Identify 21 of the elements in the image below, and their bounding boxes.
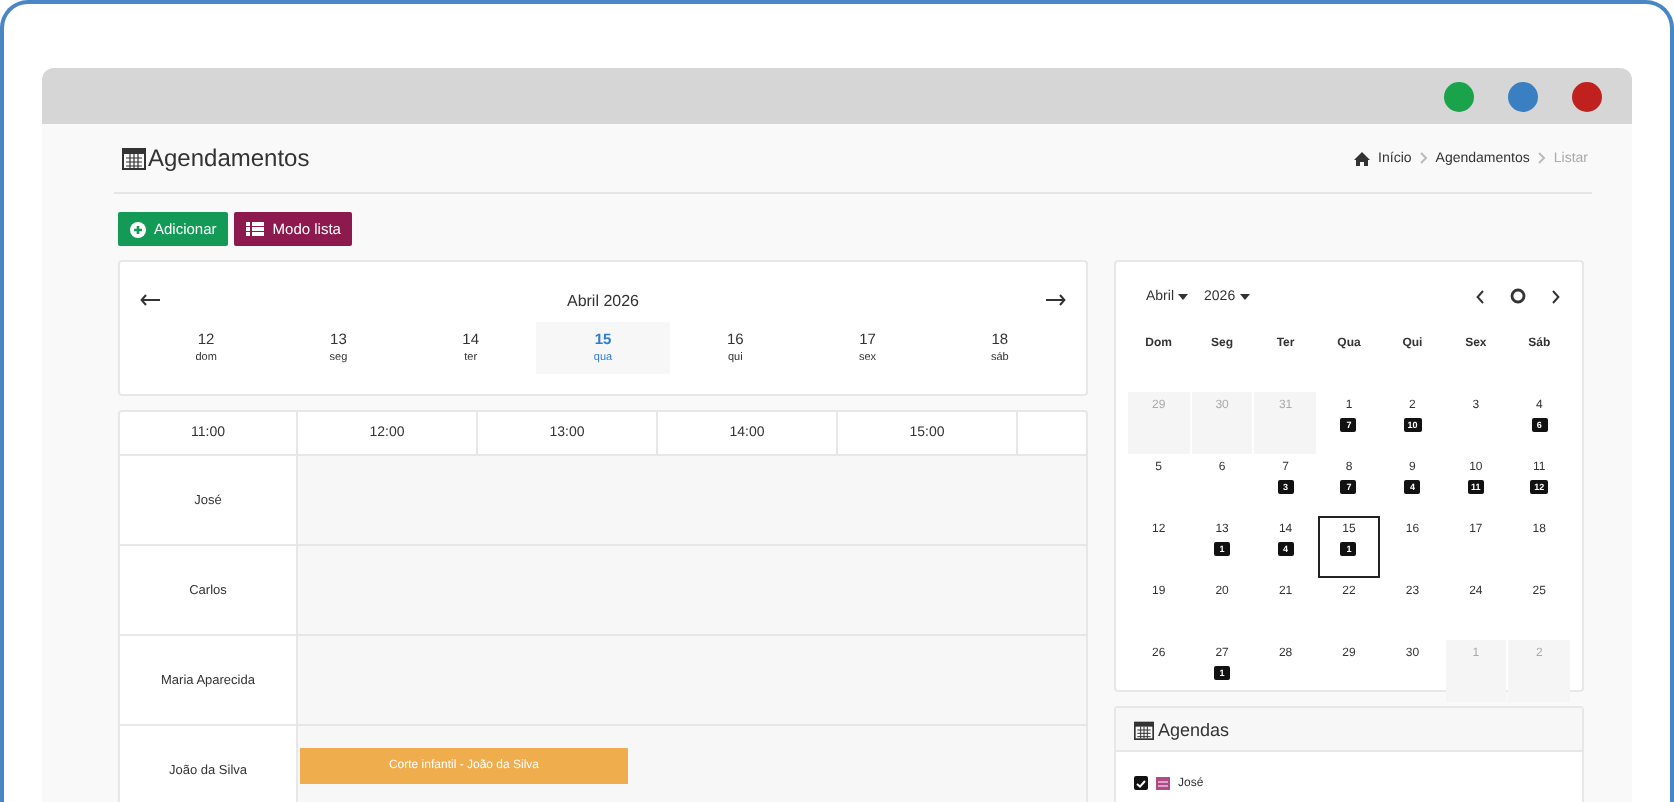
agendas-title: Agendas — [1158, 719, 1230, 739]
chevron-icon — [1419, 152, 1428, 164]
chevron-icon — [1537, 152, 1546, 164]
page-title: Agendamentos — [148, 144, 310, 172]
right-arrow-icon[interactable] — [1046, 294, 1066, 306]
checkbox[interactable] — [1134, 776, 1148, 790]
chevron-left-icon[interactable] — [1476, 289, 1484, 303]
home-icon — [1354, 151, 1371, 165]
calendar-icon — [1134, 719, 1154, 739]
plus-circle-icon — [130, 221, 146, 237]
window-button-icon[interactable] — [1508, 81, 1538, 111]
calendar-icon — [1156, 776, 1170, 790]
calendar-icon — [122, 146, 146, 170]
caret-icon — [1239, 293, 1250, 299]
caret-icon — [1178, 293, 1189, 299]
chevron-right-icon[interactable] — [1552, 289, 1560, 303]
today-circle-icon[interactable] — [1510, 288, 1526, 304]
list-icon — [246, 222, 265, 236]
month-title: Abril 2026 — [566, 291, 640, 309]
window-button-icon[interactable] — [1572, 81, 1602, 111]
left-arrow-icon[interactable] — [140, 294, 160, 306]
